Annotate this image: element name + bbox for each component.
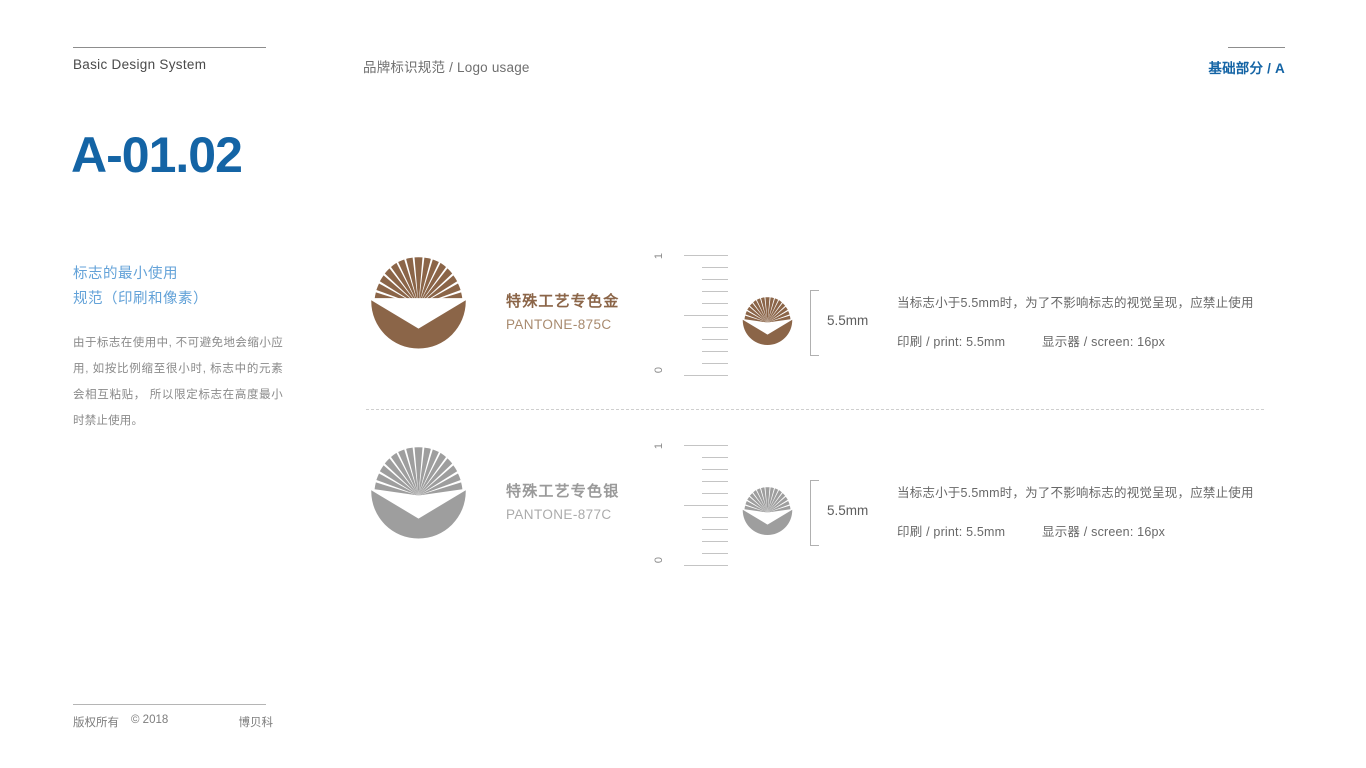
description-warning-gold: 当标志小于5.5mm时，为了不影响标志的视觉呈现，应禁止使用 bbox=[897, 296, 1254, 310]
description-silver: 当标志小于5.5mm时，为了不影响标志的视觉呈现，应禁止使用 印刷 / prin… bbox=[897, 483, 1287, 542]
logo-pantone-silver: PANTONE-877C bbox=[506, 507, 612, 522]
description-specs-silver: 印刷 / print: 5.5mm 显示器 / screen: 16px bbox=[897, 522, 1287, 542]
measurement-label-gold: 5.5mm bbox=[827, 313, 869, 328]
ruler-ticks bbox=[680, 246, 728, 382]
ruler-label-top: 1 bbox=[653, 442, 666, 450]
sidebar-heading: 标志的最小使用 规范（印刷和像素） bbox=[73, 262, 208, 312]
measurement-label-silver: 5.5mm bbox=[827, 503, 869, 518]
scale-ruler-silver: 1 0 bbox=[653, 436, 728, 572]
logo-spec-section-silver: 特殊工艺专色银 PANTONE-877C 1 0 5.5mm 当标志小于5.5m… bbox=[363, 433, 1283, 583]
description-specs-gold: 印刷 / print: 5.5mm 显示器 / screen: 16px bbox=[897, 332, 1287, 352]
ruler-tick bbox=[702, 553, 728, 554]
ruler-tick bbox=[702, 267, 728, 268]
ruler-tick bbox=[702, 493, 728, 494]
ruler-tick bbox=[702, 529, 728, 530]
ruler-tick bbox=[702, 541, 728, 542]
ruler-tick bbox=[702, 351, 728, 352]
print-spec-silver: 印刷 / print: 5.5mm bbox=[897, 525, 1006, 539]
sidebar-heading-line-2: 规范（印刷和像素） bbox=[73, 291, 208, 307]
screen-spec-silver: 显示器 / screen: 16px bbox=[1042, 525, 1166, 539]
ruler-label-bottom: 0 bbox=[653, 366, 666, 374]
header-left-title: Basic Design System bbox=[73, 57, 207, 72]
print-spec-gold: 印刷 / print: 5.5mm bbox=[897, 335, 1006, 349]
ruler-label-top: 1 bbox=[653, 252, 666, 260]
logo-mark-large-silver bbox=[371, 447, 466, 539]
logo-mark-large-gold bbox=[370, 257, 467, 349]
description-gold: 当标志小于5.5mm时，为了不影响标志的视觉呈现，应禁止使用 印刷 / prin… bbox=[897, 293, 1287, 352]
measurement-bracket-gold bbox=[810, 290, 819, 356]
ruler-tick bbox=[702, 469, 728, 470]
page-code: A-01.02 bbox=[71, 127, 243, 183]
ruler-tick bbox=[684, 445, 728, 446]
ruler-tick bbox=[684, 255, 728, 256]
logo-spec-section-gold: 特殊工艺专色金 PANTONE-875C 1 0 5.5mm 当标志小于5.5m… bbox=[363, 243, 1283, 393]
ruler-ticks bbox=[680, 436, 728, 572]
logo-name-cn-silver: 特殊工艺专色银 bbox=[506, 483, 620, 500]
header-rule-right bbox=[1228, 47, 1285, 48]
logo-mark-small-gold bbox=[742, 297, 793, 346]
ruler-tick bbox=[702, 303, 728, 304]
footer-rule bbox=[73, 704, 266, 705]
ruler-tick bbox=[684, 375, 728, 376]
ruler-tick bbox=[684, 505, 728, 506]
sidebar-heading-line-1: 标志的最小使用 bbox=[73, 266, 178, 282]
brand-guideline-page: Basic Design System 品牌标识规范 / Logo usage … bbox=[0, 0, 1366, 768]
ruler-tick bbox=[702, 363, 728, 364]
section-divider bbox=[366, 409, 1264, 410]
ruler-label-bottom: 0 bbox=[653, 556, 666, 564]
measurement-bracket-silver bbox=[810, 480, 819, 546]
ruler-tick bbox=[702, 481, 728, 482]
ruler-tick bbox=[702, 327, 728, 328]
screen-spec-gold: 显示器 / screen: 16px bbox=[1042, 335, 1166, 349]
footer: 版权所有 © 2018 博贝科 bbox=[73, 714, 273, 730]
description-warning-silver: 当标志小于5.5mm时，为了不影响标志的视觉呈现，应禁止使用 bbox=[897, 486, 1254, 500]
header-right-section-label: 基础部分 / A bbox=[1208, 61, 1285, 76]
logo-name-cn-gold: 特殊工艺专色金 bbox=[506, 293, 620, 310]
footer-rights-text: 版权所有 bbox=[73, 717, 119, 729]
ruler-tick bbox=[684, 315, 728, 316]
logo-mark-small-silver bbox=[742, 487, 793, 536]
logo-label-gold: 特殊工艺专色金 PANTONE-875C bbox=[506, 291, 619, 337]
scale-ruler-gold: 1 0 bbox=[653, 246, 728, 382]
logo-pantone-gold: PANTONE-875C bbox=[506, 317, 612, 332]
ruler-tick bbox=[702, 291, 728, 292]
header-rule-left bbox=[73, 47, 266, 48]
footer-brand-name: 博贝科 bbox=[238, 717, 274, 729]
ruler-tick bbox=[702, 457, 728, 458]
footer-copyright: © 2018 bbox=[131, 714, 169, 726]
ruler-tick bbox=[702, 279, 728, 280]
ruler-tick bbox=[702, 517, 728, 518]
header-center-title: 品牌标识规范 / Logo usage bbox=[363, 60, 530, 75]
sidebar-body-text: 由于标志在使用中, 不可避免地会缩小应用, 如按比例缩至很小时, 标志中的元素会… bbox=[73, 337, 283, 427]
logo-label-silver: 特殊工艺专色银 PANTONE-877C bbox=[506, 481, 619, 527]
ruler-tick bbox=[702, 339, 728, 340]
ruler-tick bbox=[684, 565, 728, 566]
